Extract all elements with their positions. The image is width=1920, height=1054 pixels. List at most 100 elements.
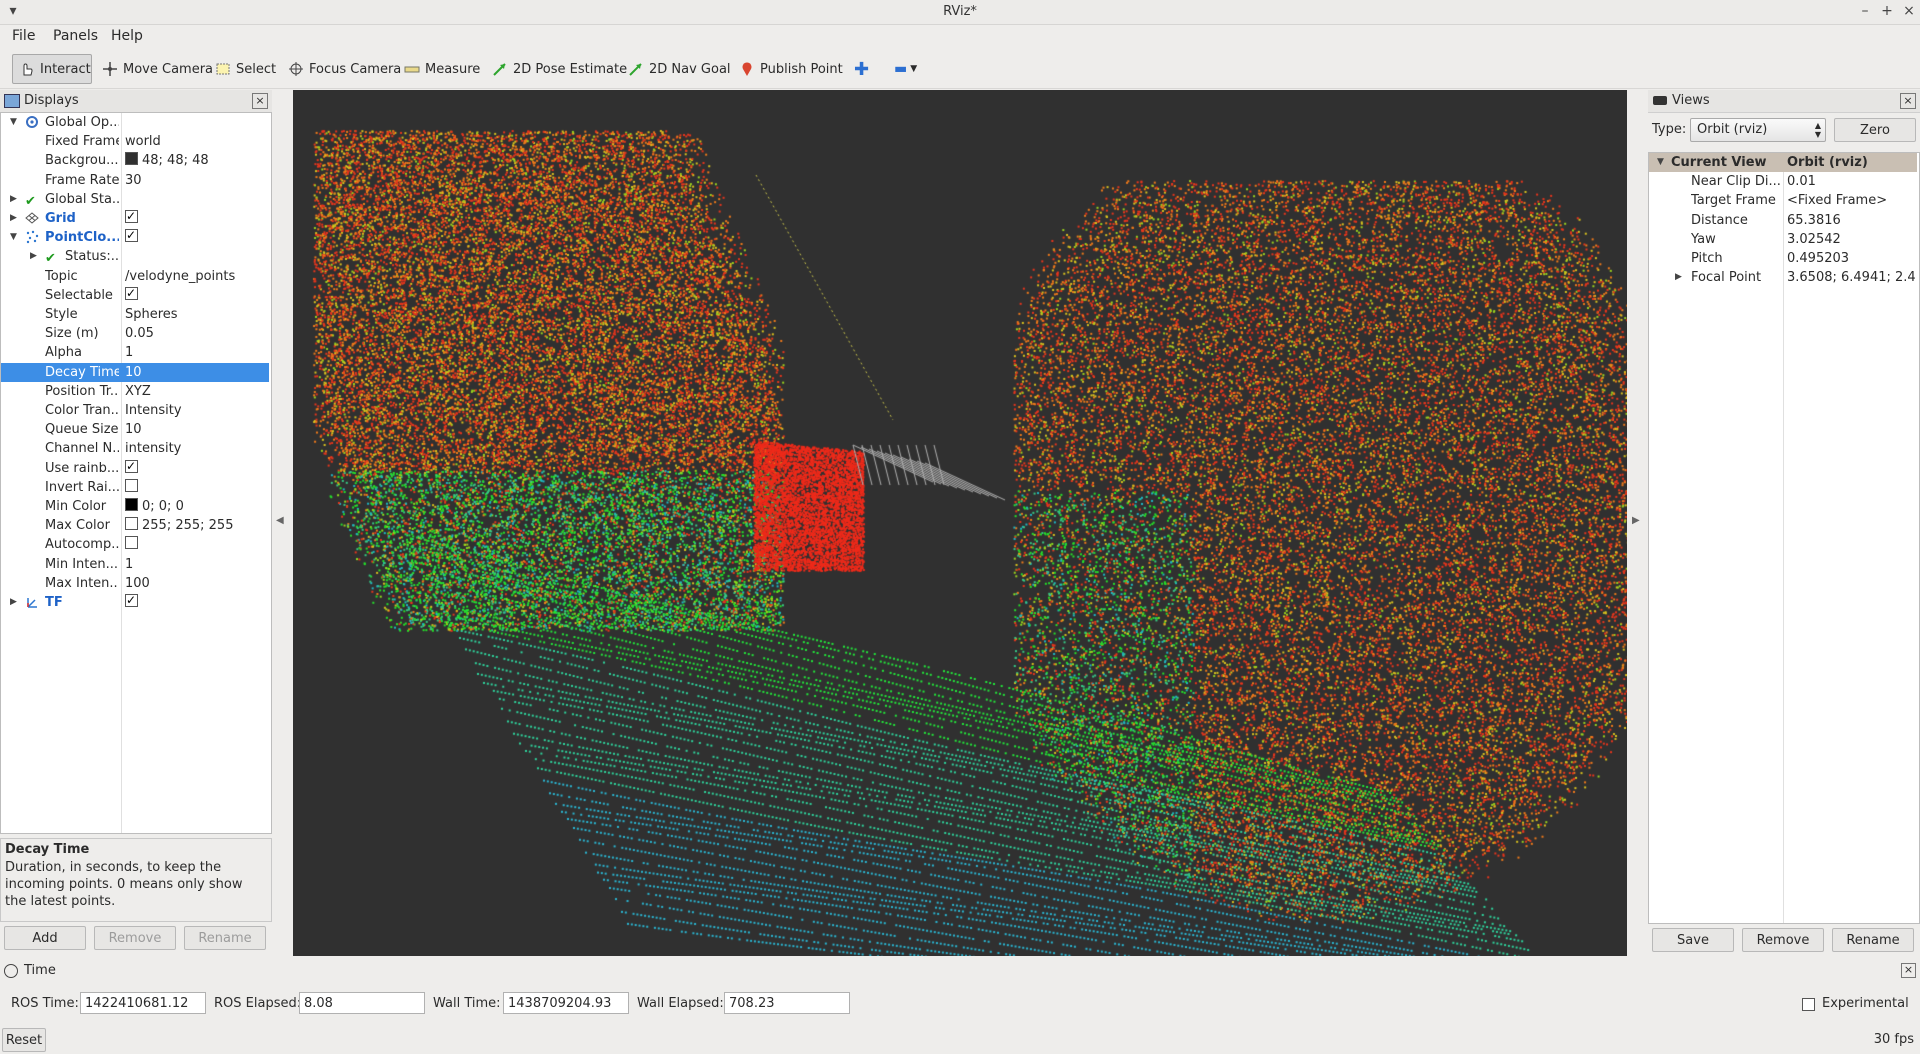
menu-file[interactable]: File xyxy=(12,28,35,44)
remove-view-button[interactable]: Remove xyxy=(1742,928,1824,952)
expand-right-icon[interactable]: ▶ xyxy=(1675,268,1682,287)
display-value[interactable]: Spheres xyxy=(125,305,269,324)
remove-display-button[interactable]: Remove xyxy=(94,926,176,950)
display-value[interactable]: 10 xyxy=(125,420,269,439)
interact-button[interactable]: Interact xyxy=(12,54,92,84)
display-value[interactable] xyxy=(125,459,269,478)
expand-right-icon[interactable]: ▶ xyxy=(10,190,17,209)
view-value[interactable]: 3.02542 xyxy=(1787,230,1917,249)
display-row[interactable]: Topic/velodyne_points xyxy=(1,267,269,286)
display-row[interactable]: ▼ PointClo... xyxy=(1,228,269,247)
color-swatch[interactable] xyxy=(125,152,138,166)
displays-tree[interactable]: ▼ Global Op... Fixed Frame world Backgrou...… xyxy=(0,112,272,834)
display-row[interactable]: Use rainb... xyxy=(1,459,269,478)
views-tree[interactable]: ▼ Current View Orbit (rviz) Near Clip Di...… xyxy=(1648,152,1920,924)
minimize-icon[interactable]: – xyxy=(1856,2,1874,20)
view-value[interactable]: <Fixed Frame> xyxy=(1787,191,1917,210)
reset-button[interactable]: Reset xyxy=(2,1028,46,1052)
save-view-button[interactable]: Save xyxy=(1652,928,1734,952)
render-viewport[interactable] xyxy=(293,90,1627,956)
display-value[interactable]: /velodyne_points xyxy=(125,267,269,286)
display-value[interactable] xyxy=(125,535,269,554)
expand-down-icon[interactable]: ▼ xyxy=(1657,153,1664,172)
color-swatch[interactable] xyxy=(125,517,138,531)
maximize-icon[interactable]: + xyxy=(1878,2,1896,20)
view-value[interactable]: 0.01 xyxy=(1787,172,1917,191)
display-checkbox[interactable] xyxy=(125,228,138,245)
current-view-row[interactable]: ▼ Current View Orbit (rviz) xyxy=(1649,153,1917,172)
display-row[interactable]: Alpha 1 xyxy=(1,343,269,362)
menu-panels[interactable]: Panels xyxy=(53,28,98,44)
display-value[interactable]: Intensity xyxy=(125,401,269,420)
display-value[interactable]: 100 xyxy=(125,574,269,593)
expand-right-icon[interactable]: ▶ xyxy=(10,209,17,228)
display-value[interactable] xyxy=(125,286,269,305)
display-value[interactable]: 1 xyxy=(125,343,269,362)
close-icon[interactable]: × xyxy=(1901,963,1916,978)
display-row[interactable]: ▶ ✔ Status:... xyxy=(1,247,269,266)
view-type-select[interactable]: Orbit (rviz) ▲ ▼ xyxy=(1690,118,1826,142)
add-display-button[interactable]: Add xyxy=(4,926,86,950)
display-row[interactable]: Channel N... intensity xyxy=(1,439,269,458)
display-row[interactable]: Invert Rai... xyxy=(1,478,269,497)
display-row[interactable]: Autocomp... xyxy=(1,535,269,554)
display-value[interactable]: 0.05 xyxy=(125,324,269,343)
display-value[interactable]: 48; 48; 48 xyxy=(125,151,269,170)
display-row[interactable]: Decay Time 10 xyxy=(1,362,269,382)
display-row[interactable]: Position Tr... XYZ xyxy=(1,382,269,401)
color-swatch[interactable] xyxy=(125,498,138,511)
display-row[interactable]: Fixed Frame world xyxy=(1,132,269,151)
view-property-row[interactable]: Yaw 3.02542 xyxy=(1649,230,1917,249)
expand-right-icon[interactable]: ▶ xyxy=(30,247,37,266)
display-row[interactable]: ▶ TF xyxy=(1,593,269,612)
display-value[interactable]: 0; 0; 0 xyxy=(125,497,269,516)
display-checkbox[interactable] xyxy=(125,593,138,610)
view-value[interactable]: 65.3816 xyxy=(1787,211,1917,230)
left-splitter-arrow[interactable]: ◀ xyxy=(276,515,284,526)
display-value[interactable] xyxy=(125,209,269,228)
measure-button[interactable]: Measure xyxy=(398,54,486,84)
display-row[interactable]: ▼ Global Op... xyxy=(1,113,269,132)
expand-down-icon[interactable]: ▼ xyxy=(10,113,17,132)
expand-down-icon[interactable]: ▼ xyxy=(10,228,17,247)
wall-time-field[interactable]: 1438709204.93 xyxy=(503,992,629,1014)
display-row[interactable]: Color Tran... Intensity xyxy=(1,401,269,420)
display-row[interactable]: Max Color 255; 255; 255 xyxy=(1,516,269,535)
rename-view-button[interactable]: Rename xyxy=(1832,928,1914,952)
rename-display-button[interactable]: Rename xyxy=(184,926,266,950)
select-button[interactable]: Select xyxy=(209,54,282,84)
display-checkbox[interactable] xyxy=(125,459,138,476)
display-value[interactable]: world xyxy=(125,132,269,151)
expand-right-icon[interactable]: ▶ xyxy=(10,593,17,612)
pose-estimate-button[interactable]: 2D Pose Estimate xyxy=(486,54,633,84)
display-value[interactable] xyxy=(125,228,269,247)
display-row[interactable]: Size (m) 0.05 xyxy=(1,324,269,343)
display-checkbox[interactable] xyxy=(125,536,138,550)
view-property-row[interactable]: Pitch 0.495203 xyxy=(1649,249,1917,268)
display-row[interactable]: Max Inten... 100 xyxy=(1,574,269,593)
move-camera-button[interactable]: Move Camera xyxy=(96,54,219,84)
display-row[interactable]: Queue Size 10 xyxy=(1,420,269,439)
display-row[interactable]: Min Color 0; 0; 0 xyxy=(1,497,269,516)
display-checkbox[interactable] xyxy=(125,286,138,303)
nav-goal-button[interactable]: 2D Nav Goal xyxy=(622,54,737,84)
close-icon[interactable]: × xyxy=(1900,93,1916,109)
ros-elapsed-field[interactable]: 8.08 xyxy=(299,992,425,1014)
display-checkbox[interactable] xyxy=(125,478,138,492)
display-row[interactable]: Selectable xyxy=(1,286,269,305)
display-row[interactable]: Frame Rate 30 xyxy=(1,171,269,190)
display-value[interactable]: 255; 255; 255 xyxy=(125,516,269,535)
publish-point-button[interactable]: Publish Point xyxy=(733,54,849,84)
right-splitter-arrow[interactable]: ▶ xyxy=(1632,515,1640,526)
view-property-row[interactable]: Distance 65.3816 xyxy=(1649,211,1917,230)
display-row[interactable]: Backgrou... 48; 48; 48 xyxy=(1,151,269,170)
close-icon[interactable]: × xyxy=(252,93,268,109)
display-row[interactable]: ▶ Grid xyxy=(1,209,269,228)
view-property-row[interactable]: Near Clip Di... 0.01 xyxy=(1649,172,1917,191)
view-property-row[interactable]: ▶ Focal Point 3.6508; 6.4941; 2.4... xyxy=(1649,268,1917,287)
focus-camera-button[interactable]: Focus Camera xyxy=(282,54,407,84)
display-value[interactable]: intensity xyxy=(125,439,269,458)
view-value[interactable]: 3.6508; 6.4941; 2.4... xyxy=(1787,268,1917,287)
zero-button[interactable]: Zero xyxy=(1834,118,1916,142)
display-value[interactable]: XYZ xyxy=(125,382,269,401)
